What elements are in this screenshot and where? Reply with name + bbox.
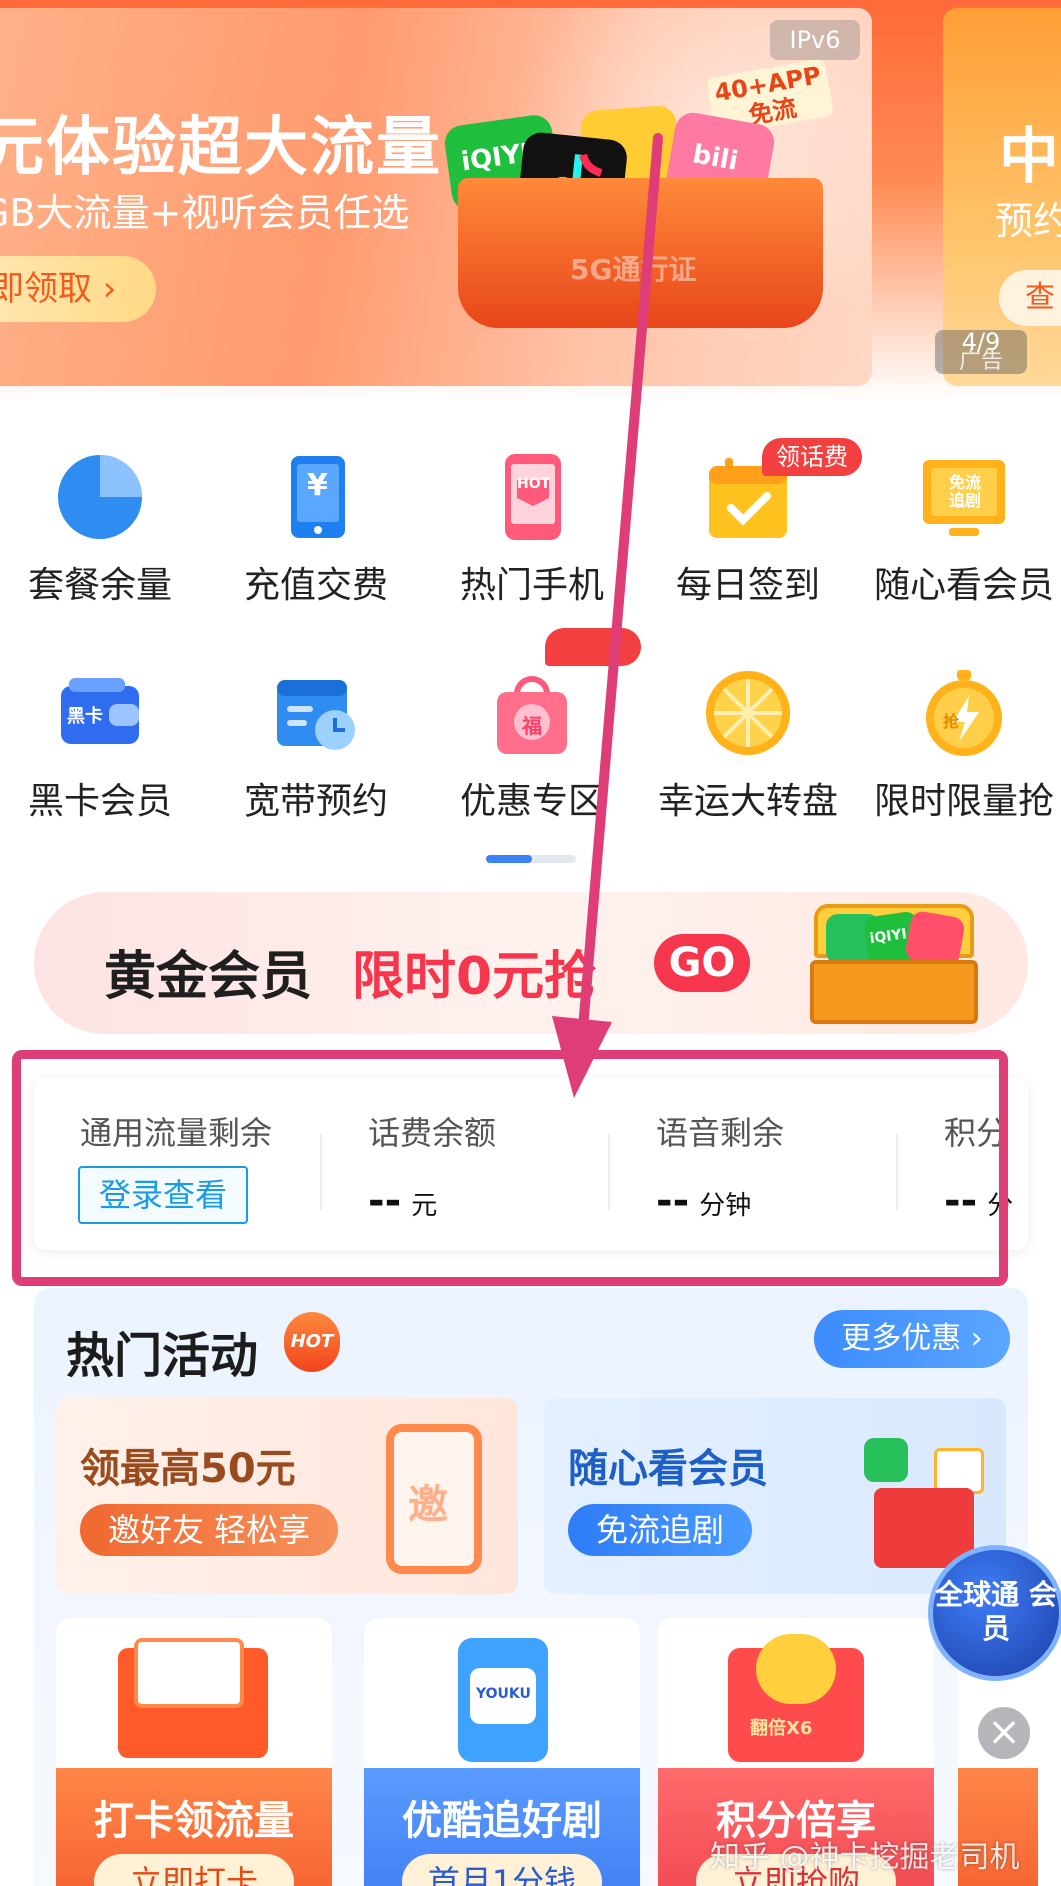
promo-title: 领最高50元 (80, 1446, 296, 1492)
youku-text: YOUKU (476, 1686, 531, 1702)
next-card-button[interactable]: 查 (999, 270, 1061, 326)
grid-row-2: 黑卡 黑卡会员 宽带预约 福 优惠专区 幸运大转盘 抢 限时限量抢 (0, 628, 1061, 848)
more-offers-button[interactable]: 更多优惠 › (814, 1310, 1010, 1368)
gem-text: iQIYI (868, 926, 908, 948)
wheel-icon (703, 668, 793, 758)
red-ribbon-badge (545, 628, 641, 666)
tv-icon: 免流 追剧 (919, 452, 1009, 542)
gold-coin (756, 1634, 836, 1704)
card-footer: 优酷追好剧 首月1分钱 (364, 1768, 640, 1886)
grid-item-lucky-wheel[interactable]: 幸运大转盘 (648, 668, 848, 824)
banner-title: 元体验超大流量 (0, 111, 442, 185)
card-button[interactable]: 立即打卡 (94, 1854, 294, 1886)
grid-label: 幸运大转盘 (657, 781, 838, 822)
grid-label: 宽带预约 (243, 781, 388, 822)
chest-body (810, 960, 978, 1024)
carousel-counter: 4/9 广告 (935, 330, 1027, 374)
card-button[interactable]: 首月1分钱 (402, 1854, 602, 1886)
stopwatch-icon: 抢 (919, 668, 1009, 758)
banner-carousel[interactable]: 元体验超大流量 GB大流量+视听会员任选 即领取 › 40+APP 免流 iQI… (0, 0, 1061, 400)
grid-label: 每日签到 (675, 565, 820, 606)
go-button[interactable]: GO (654, 934, 750, 992)
invite-phone-icon: 邀 (386, 1424, 482, 1574)
calendar-page (134, 1638, 244, 1708)
gold-member-title: 黄金会员 (104, 947, 313, 1007)
box-label: 5G通行证 (570, 253, 697, 286)
card-title: 打卡领流量 (94, 1798, 294, 1844)
black-card-text: 黑卡 (67, 706, 103, 727)
banner-card-traffic[interactable]: 元体验超大流量 GB大流量+视听会员任选 即领取 › 40+APP 免流 iQI… (0, 8, 872, 386)
ad-label: 广告 (958, 349, 1003, 374)
hot-text: HOT (517, 476, 551, 492)
gold-member-banner[interactable]: 黄金会员 限时0元抢 GO iQIYI (34, 892, 1028, 1034)
grid-row-1: 套餐余量 ¥ 充值交费 HOT 热门手机 每日签到 领话费 免流 追剧 随心看会… (0, 438, 1061, 632)
qiang-text: 抢 (943, 712, 960, 731)
fee-ribbon-badge: 领话费 (762, 438, 862, 476)
grid-label: 优惠专区 (459, 781, 604, 822)
grid-label: 限时限量抢 (873, 781, 1054, 822)
grid-label: 黑卡会员 (27, 781, 172, 822)
page-indicator-active (486, 855, 532, 863)
grid-item-flash-sale[interactable]: 抢 限时限量抢 (864, 668, 1061, 824)
hot-activities-title: 热门活动 (66, 1328, 259, 1384)
hot-flame-icon: HOT (284, 1312, 340, 1372)
next-card-subtitle: 预约 (995, 199, 1061, 243)
iqiyi-tile (864, 1438, 908, 1482)
banner-subtitle: GB大流量+视听会员任选 (0, 191, 410, 235)
hot-activities-section: 热门活动 HOT 更多优惠 › 领最高50元 邀好友 轻松享 邀 随心看会员 免… (34, 1288, 1038, 1886)
annotation-highlight-box (12, 1050, 1008, 1286)
grid-item-hot-phones[interactable]: HOT 热门手机 (432, 452, 632, 608)
grid-item-video-member[interactable]: 免流 追剧 随心看会员 (864, 452, 1061, 608)
gold-member-promo: 限时0元抢 (352, 947, 597, 1007)
card-title: 优酷追好剧 (402, 1798, 602, 1844)
hot-phone-icon: HOT (487, 452, 577, 542)
tv-text: 免流 追剧 (948, 473, 981, 510)
grid-item-package-balance[interactable]: 套餐余量 (0, 452, 200, 608)
grid-label: 套餐余量 (27, 565, 172, 606)
grid-item-recharge[interactable]: ¥ 充值交费 (216, 452, 416, 608)
grid-item-discount-zone[interactable]: 福 优惠专区 (432, 668, 632, 824)
grid-label: 热门手机 (459, 565, 604, 606)
fu-text: 福 (522, 714, 542, 738)
card-art: YOUKU (364, 1618, 640, 1768)
promo-video-member[interactable]: 随心看会员 免流追剧 (544, 1398, 1006, 1594)
yuan-symbol: ¥ (307, 468, 328, 503)
mobile-app-page: 元体验超大流量 GB大流量+视听会员任选 即领取 › 40+APP 免流 iQI… (0, 0, 1061, 1886)
pie-chart-icon (55, 452, 145, 542)
promo-button[interactable]: 邀好友 轻松享 (80, 1504, 339, 1556)
youku-screen: YOUKU (470, 1668, 536, 1724)
global-member-float-button[interactable]: 全球通 会员 (928, 1545, 1061, 1681)
shopping-bag-icon: 福 (487, 668, 577, 758)
next-card-title: 中 (999, 122, 1059, 192)
activity-card-youku[interactable]: YOUKU 优酷追好剧 首月1分钱 (364, 1618, 640, 1886)
grid-label: 随心看会员 (873, 565, 1054, 606)
card-art: 翻倍X6 (658, 1618, 934, 1768)
grid-page-indicator (486, 855, 576, 863)
phone-yuan-icon: ¥ (271, 452, 361, 542)
close-icon[interactable]: × (975, 1704, 1033, 1762)
card-footer: 打卡领流量 立即打卡 (56, 1768, 332, 1886)
double-text: 翻倍X6 (750, 1718, 813, 1739)
black-card-icon: 黑卡 (55, 668, 145, 758)
grid-item-broadband[interactable]: 宽带预约 (216, 668, 416, 824)
promo-button[interactable]: 免流追剧 (568, 1504, 753, 1556)
banner-claim-button[interactable]: 即领取 › (0, 256, 157, 322)
grid-label: 充值交费 (243, 565, 388, 606)
calendar-clock-icon (271, 668, 361, 758)
invite-text: 邀 (408, 1482, 448, 1528)
card-art (56, 1618, 332, 1768)
watermark: 知乎 @神卡挖掘老司机 (710, 1840, 1020, 1875)
treasure-chest-icon: iQIYI (804, 904, 984, 1024)
promo-invite-friends[interactable]: 领最高50元 邀好友 轻松享 邀 (56, 1398, 518, 1594)
ipv6-tag: IPv6 (770, 20, 860, 60)
activity-card-checkin[interactable]: 打卡领流量 立即打卡 (56, 1618, 332, 1886)
grid-item-black-card[interactable]: 黑卡 黑卡会员 (0, 668, 200, 824)
promo-title: 随心看会员 (568, 1446, 768, 1492)
